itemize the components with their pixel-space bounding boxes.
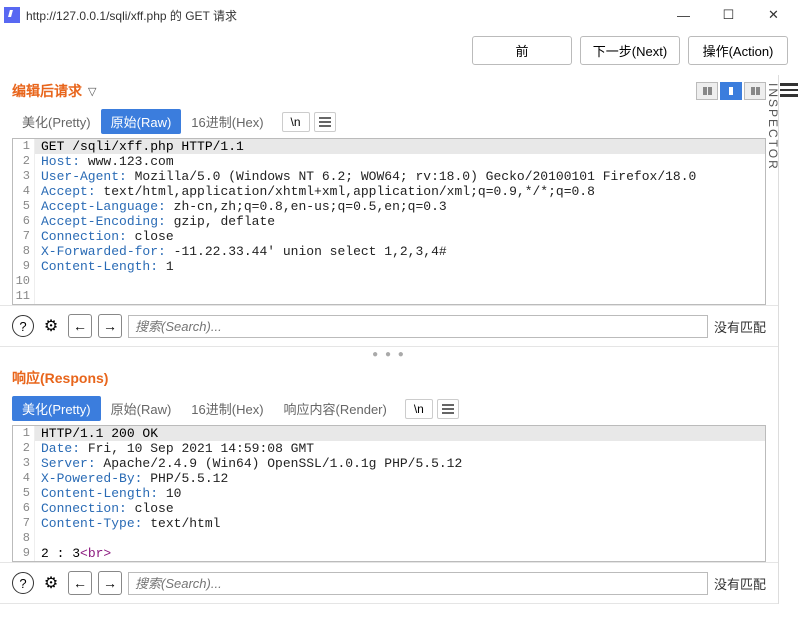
editor-line[interactable]: 7Content-Type: text/html — [13, 516, 765, 531]
hamburger-icon-resp[interactable] — [437, 399, 459, 419]
search-prev-button[interactable]: ← — [68, 314, 92, 338]
editor-line[interactable]: 2Host: www.123.com — [13, 154, 765, 169]
editor-line[interactable]: 5Accept-Language: zh-cn,zh;q=0.8,en-us;q… — [13, 199, 765, 214]
search-next-button-resp[interactable]: → — [98, 571, 122, 595]
editor-line[interactable]: 6Connection: close — [13, 501, 765, 516]
tab-hex-resp[interactable]: 16进制(Hex) — [181, 396, 273, 421]
editor-line[interactable]: 7Connection: close — [13, 229, 765, 244]
titlebar: http://127.0.0.1/sqli/xff.php 的 GET 请求 —… — [0, 0, 800, 30]
search-next-button[interactable]: → — [98, 314, 122, 338]
search-input-resp[interactable] — [128, 572, 708, 595]
editor-line[interactable]: 4X-Powered-By: PHP/5.5.12 — [13, 471, 765, 486]
gear-icon-resp[interactable]: ⚙ — [40, 572, 62, 594]
search-input[interactable] — [128, 315, 708, 338]
response-tabs: 美化(Pretty) 原始(Raw) 16进制(Hex) 响应内容(Render… — [0, 396, 778, 421]
help-icon-resp[interactable]: ? — [12, 572, 34, 594]
editor-line[interactable]: 3User-Agent: Mozilla/5.0 (Windows NT 6.2… — [13, 169, 765, 184]
hamburger-icon[interactable] — [314, 112, 336, 132]
close-button[interactable]: ✕ — [751, 0, 796, 30]
maximize-button[interactable]: ☐ — [706, 0, 751, 30]
editor-line[interactable]: 10 — [13, 274, 765, 289]
newline-toggle[interactable]: \n — [282, 112, 310, 132]
editor-line[interactable]: 4Accept: text/html,application/xhtml+xml… — [13, 184, 765, 199]
resize-handle[interactable]: ● ● ● — [0, 347, 778, 362]
editor-line[interactable]: 1HTTP/1.1 200 OK — [13, 426, 765, 441]
tab-hex[interactable]: 16进制(Hex) — [181, 109, 273, 134]
layout-toggle — [696, 82, 766, 100]
editor-line[interactable]: 8 — [13, 531, 765, 546]
tab-pretty[interactable]: 美化(Pretty) — [12, 109, 101, 134]
editor-line[interactable]: 92 : 3<br> — [13, 546, 765, 561]
no-match-label: 没有匹配 — [714, 317, 766, 336]
response-header: 响应(Respons) — [0, 362, 778, 396]
inspector-panel[interactable]: INSPECTOR — [778, 75, 800, 604]
tab-raw[interactable]: 原始(Raw) — [101, 109, 182, 134]
response-editor[interactable]: 1HTTP/1.1 200 OK2Date: Fri, 10 Sep 2021 … — [12, 425, 766, 562]
search-prev-button-resp[interactable]: ← — [68, 571, 92, 595]
editor-line[interactable]: 5Content-Length: 10 — [13, 486, 765, 501]
editor-line[interactable]: 3Server: Apache/2.4.9 (Win64) OpenSSL/1.… — [13, 456, 765, 471]
response-searchbar: ? ⚙ ← → 没有匹配 — [0, 562, 778, 604]
editor-line[interactable]: 6Accept-Encoding: gzip, deflate — [13, 214, 765, 229]
chevron-down-icon[interactable]: ▽ — [88, 85, 96, 98]
response-title: 响应(Respons) — [12, 368, 108, 388]
layout-single-button[interactable] — [744, 82, 766, 100]
inspector-toggle-icon[interactable] — [780, 83, 798, 97]
help-icon[interactable]: ? — [12, 315, 34, 337]
window-title: http://127.0.0.1/sqli/xff.php 的 GET 请求 — [26, 7, 661, 24]
layout-columns-button[interactable] — [696, 82, 718, 100]
editor-line[interactable]: 11 — [13, 289, 765, 304]
action-button[interactable]: 操作(Action) — [688, 36, 788, 65]
request-title: 编辑后请求 — [12, 81, 82, 101]
minimize-button[interactable]: — — [661, 0, 706, 30]
next-button[interactable]: 下一步(Next) — [580, 36, 680, 65]
editor-line[interactable]: 1GET /sqli/xff.php HTTP/1.1 — [13, 139, 765, 154]
request-header: 编辑后请求 ▽ — [0, 75, 778, 109]
inspector-label: INSPECTOR — [766, 83, 780, 171]
layout-stacked-button[interactable] — [720, 82, 742, 100]
tab-render-resp[interactable]: 响应内容(Render) — [274, 396, 397, 421]
editor-line[interactable]: 9Content-Length: 1 — [13, 259, 765, 274]
window-controls: — ☐ ✕ — [661, 0, 796, 30]
editor-line[interactable]: 2Date: Fri, 10 Sep 2021 14:59:08 GMT — [13, 441, 765, 456]
request-editor[interactable]: 1GET /sqli/xff.php HTTP/1.12Host: www.12… — [12, 138, 766, 305]
tab-raw-resp[interactable]: 原始(Raw) — [101, 396, 182, 421]
gear-icon[interactable]: ⚙ — [40, 315, 62, 337]
newline-toggle-resp[interactable]: \n — [405, 399, 433, 419]
request-tabs: 美化(Pretty) 原始(Raw) 16进制(Hex) \n — [0, 109, 778, 134]
editor-line[interactable]: 8X-Forwarded-for: -11.22.33.44' union se… — [13, 244, 765, 259]
action-toolbar: 前 下一步(Next) 操作(Action) — [0, 30, 800, 75]
tab-pretty-resp[interactable]: 美化(Pretty) — [12, 396, 101, 421]
prev-button[interactable]: 前 — [472, 36, 572, 65]
no-match-label-resp: 没有匹配 — [714, 574, 766, 593]
app-icon — [4, 7, 20, 23]
request-searchbar: ? ⚙ ← → 没有匹配 — [0, 305, 778, 347]
